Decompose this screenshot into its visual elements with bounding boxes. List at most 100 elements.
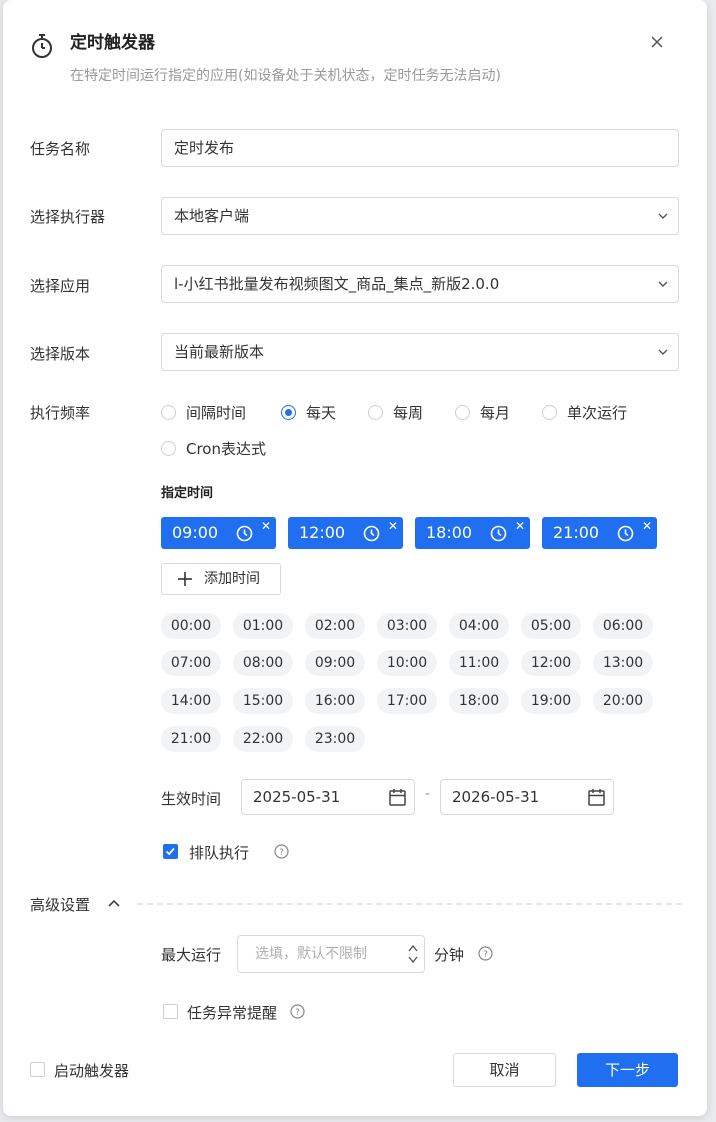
- quick-time-tag[interactable]: 13:00: [593, 650, 653, 676]
- radio-cron[interactable]: Cron表达式: [161, 438, 266, 459]
- app-select[interactable]: l-小红书批量发布视频图文_商品_集点_新版2.0.0: [161, 265, 679, 303]
- stepper-icon[interactable]: [408, 942, 418, 966]
- trigger-dialog: 定时触发器 在特定时间运行指定的应用(如设备处于关机状态，定时任务无法启动) 任…: [3, 0, 707, 1116]
- time-chip-label: 12:00: [299, 523, 346, 542]
- radio-weekly[interactable]: 每周: [368, 402, 423, 423]
- quick-time-tag[interactable]: 05:00: [521, 613, 581, 639]
- svg-text:?: ?: [295, 1008, 300, 1018]
- quick-time-tag[interactable]: 17:00: [377, 688, 437, 714]
- time-chip-label: 21:00: [553, 523, 600, 542]
- calendar-icon: [588, 789, 605, 806]
- quick-time-tag[interactable]: 07:00: [161, 650, 221, 676]
- quick-time-tag[interactable]: 08:00: [233, 650, 293, 676]
- quick-time-tag[interactable]: 23:00: [305, 726, 365, 752]
- plus-icon: [178, 572, 192, 586]
- max-run-unit: 分钟: [434, 946, 465, 964]
- enable-trigger-checkbox[interactable]: [30, 1062, 45, 1077]
- end-date-value: 2026-05-31: [452, 788, 540, 806]
- quick-time-tag[interactable]: 00:00: [161, 613, 221, 639]
- max-run-input[interactable]: 选填，默认不限制: [237, 935, 425, 973]
- time-chip[interactable]: 12:00 ✕: [288, 517, 403, 549]
- radio-label: Cron表达式: [186, 440, 266, 458]
- clock-icon: [236, 525, 253, 542]
- quick-time-tag[interactable]: 04:00: [449, 613, 509, 639]
- date-range-separator: -: [425, 786, 431, 802]
- executor-select[interactable]: 本地客户端: [161, 197, 679, 235]
- quick-time-tag[interactable]: 18:00: [449, 688, 509, 714]
- add-time-button[interactable]: 添加时间: [161, 563, 281, 595]
- app-value: l-小红书批量发布视频图文_商品_集点_新版2.0.0: [174, 275, 500, 293]
- remove-time-icon[interactable]: ✕: [261, 510, 271, 542]
- end-date-input[interactable]: 2026-05-31: [440, 779, 614, 815]
- quick-time-tag[interactable]: 19:00: [521, 688, 581, 714]
- task-name-value: 定时发布: [174, 139, 235, 157]
- version-select[interactable]: 当前最新版本: [161, 333, 679, 371]
- advanced-settings-label[interactable]: 高级设置: [30, 894, 90, 915]
- help-icon[interactable]: ?: [290, 1004, 305, 1019]
- radio-daily[interactable]: 每天: [281, 402, 336, 423]
- time-chip-label: 18:00: [426, 523, 473, 542]
- next-button[interactable]: 下一步: [577, 1053, 678, 1087]
- quick-time-tag[interactable]: 01:00: [233, 613, 293, 639]
- divider: [137, 903, 682, 905]
- remove-time-icon[interactable]: ✕: [388, 510, 398, 542]
- radio-label: 每天: [306, 404, 337, 422]
- chevron-down-icon: [658, 349, 668, 355]
- schedule-label: 指定时间: [161, 486, 214, 501]
- help-icon[interactable]: ?: [274, 844, 289, 859]
- radio-circle: [542, 405, 557, 420]
- radio-circle: [368, 405, 383, 420]
- quick-time-tag[interactable]: 11:00: [449, 650, 509, 676]
- time-chip[interactable]: 21:00 ✕: [542, 517, 657, 549]
- version-label: 选择版本: [30, 345, 91, 363]
- chevron-up-icon[interactable]: [108, 898, 120, 908]
- quick-time-tag[interactable]: 06:00: [593, 613, 653, 639]
- time-chip[interactable]: 18:00 ✕: [415, 517, 530, 549]
- dialog-title: 定时触发器: [70, 33, 155, 53]
- clock-icon: [490, 525, 507, 542]
- radio-once[interactable]: 单次运行: [542, 402, 627, 423]
- remove-time-icon[interactable]: ✕: [515, 510, 525, 542]
- checkmark-icon: [165, 847, 175, 856]
- queue-checkbox[interactable]: [163, 844, 178, 859]
- svg-text:?: ?: [483, 950, 488, 960]
- quick-time-tag[interactable]: 14:00: [161, 688, 221, 714]
- start-date-value: 2025-05-31: [253, 788, 341, 806]
- quick-time-tag[interactable]: 16:00: [305, 688, 365, 714]
- quick-time-tag[interactable]: 15:00: [233, 688, 293, 714]
- time-chip[interactable]: 09:00 ✕: [161, 517, 276, 549]
- cancel-button[interactable]: 取消: [453, 1053, 556, 1087]
- quick-time-tag[interactable]: 02:00: [305, 613, 365, 639]
- radio-circle-selected: [281, 405, 296, 420]
- max-run-placeholder: 选填，默认不限制: [255, 946, 367, 962]
- quick-time-tag[interactable]: 22:00: [233, 726, 293, 752]
- quick-time-tag[interactable]: 20:00: [593, 688, 653, 714]
- chevron-down-icon: [658, 281, 668, 287]
- quick-time-tag[interactable]: 09:00: [305, 650, 365, 676]
- help-icon[interactable]: ?: [478, 946, 493, 961]
- add-time-label: 添加时间: [204, 571, 260, 587]
- quick-time-tag[interactable]: 10:00: [377, 650, 437, 676]
- executor-label: 选择执行器: [30, 208, 106, 226]
- radio-label: 每周: [393, 404, 424, 422]
- radio-label: 间隔时间: [186, 404, 247, 422]
- app-label: 选择应用: [30, 277, 91, 295]
- task-name-label: 任务名称: [30, 140, 91, 158]
- alert-label: 任务异常提醒: [187, 1004, 278, 1022]
- remove-time-icon[interactable]: ✕: [642, 510, 652, 542]
- radio-circle: [161, 405, 176, 420]
- quick-time-tag[interactable]: 21:00: [161, 726, 221, 752]
- start-date-input[interactable]: 2025-05-31: [241, 779, 415, 815]
- chevron-down-icon: [658, 213, 668, 219]
- quick-time-tag[interactable]: 03:00: [377, 613, 437, 639]
- alert-checkbox[interactable]: [163, 1004, 178, 1019]
- task-name-input[interactable]: 定时发布: [161, 129, 679, 167]
- effective-time-label: 生效时间: [161, 790, 222, 808]
- close-icon[interactable]: [647, 32, 667, 52]
- radio-interval[interactable]: 间隔时间: [161, 402, 246, 423]
- dialog-subtitle: 在特定时间运行指定的应用(如设备处于关机状态，定时任务无法启动): [70, 68, 501, 84]
- radio-circle: [161, 441, 176, 456]
- quick-time-tag[interactable]: 12:00: [521, 650, 581, 676]
- time-chip-label: 09:00: [172, 523, 219, 542]
- radio-monthly[interactable]: 每月: [455, 402, 510, 423]
